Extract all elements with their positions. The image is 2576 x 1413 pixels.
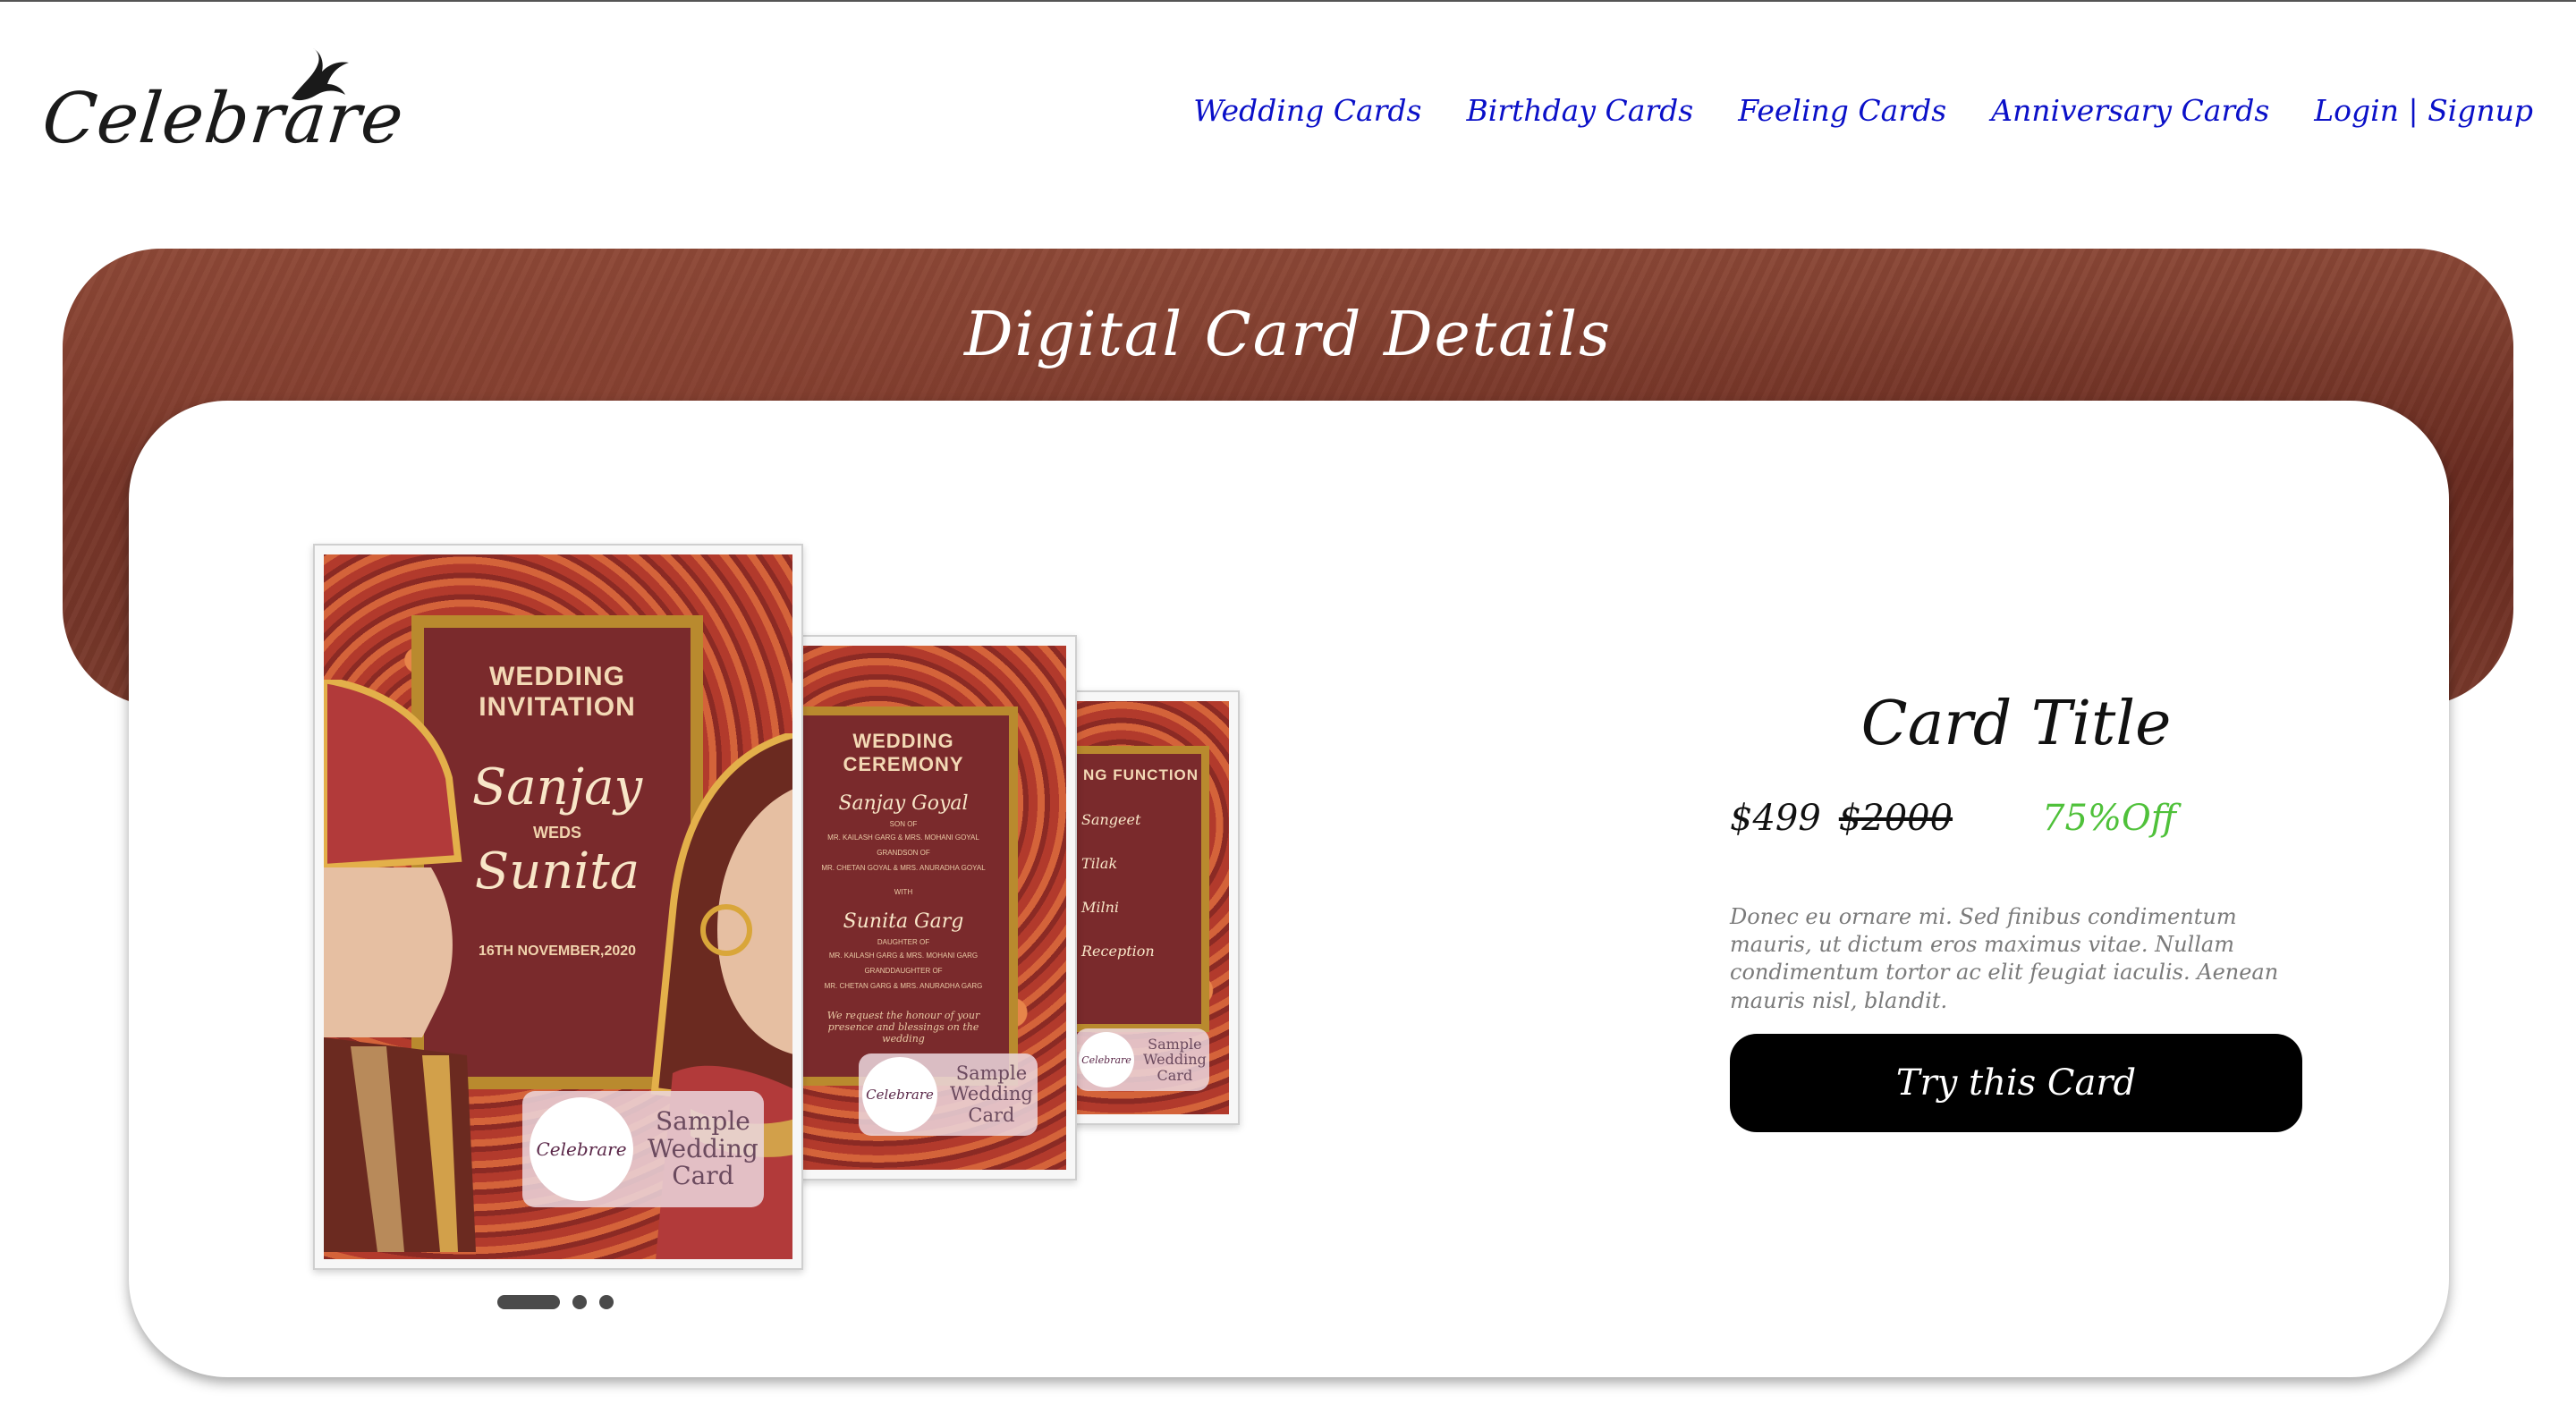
card-preview-2-request: We request the honour of your presence a…: [826, 1010, 980, 1045]
card-preview-2-bride-grandparents: MR. CHETAN GARG & MRS. ANURADHA GARG: [824, 982, 983, 990]
watermark-label-line2: Wedding: [1143, 1051, 1207, 1069]
card-preview-2-groom-parents: MR. KAILASH GARG & MRS. MOHANI GOYAL: [827, 833, 979, 842]
card-preview-2-with: WITH: [894, 888, 913, 896]
watermark-label: Sample Wedding Card: [950, 1063, 1033, 1125]
card-preview-1[interactable]: WEDDING INVITATION Sanjay WEDS Sunita 16…: [313, 544, 803, 1270]
card-preview-3-event-4: Reception: [1081, 943, 1155, 960]
card-preview-2[interactable]: WEDDING CEREMONY Sanjay Goyal SON OF MR.…: [787, 635, 1077, 1180]
watermark-label-line2: Wedding: [950, 1083, 1033, 1105]
nav-anniversary-cards[interactable]: Anniversary Cards: [1991, 93, 2269, 128]
card-preview-3-event-3: Milni: [1081, 899, 1120, 916]
watermark-logo: Celebrare: [862, 1057, 937, 1132]
card-title: Card Title: [1860, 689, 2172, 759]
price-original: $2000: [1838, 798, 1953, 839]
nav-login-signup[interactable]: Login | Signup: [2314, 93, 2533, 128]
price-row: $499 $2000 75%Off: [1730, 798, 2176, 839]
card-preview-1-watermark: Celebrare Sample Wedding Card: [522, 1091, 764, 1207]
carousel-dots: [497, 1295, 614, 1309]
card-description: Donec eu ornare mi. Sed finibus condimen…: [1730, 904, 2279, 1013]
carousel-dot-1[interactable]: [497, 1295, 560, 1309]
watermark-label-line3: Card: [672, 1161, 734, 1191]
watermark-label: Sample Wedding Card: [648, 1105, 758, 1191]
brand-logo[interactable]: Celebrare: [38, 45, 408, 161]
card-preview-3-event-2: Tilak: [1081, 855, 1118, 872]
watermark-logo: Celebrare: [1079, 1032, 1134, 1087]
card-preview-2-son-of: SON OF: [889, 820, 918, 828]
page-title: Digital Card Details: [963, 300, 1613, 370]
main-nav: Wedding Cards Birthday Cards Feeling Car…: [1193, 93, 2533, 128]
watermark-label-line1: Sample: [1148, 1035, 1202, 1053]
try-card-button[interactable]: Try this Card: [1730, 1034, 2302, 1132]
watermark-logo-text: Celebrare: [1081, 1053, 1131, 1066]
watermark-label-line2: Wedding: [648, 1133, 758, 1163]
watermark-label: Sample Wedding Card: [1143, 1036, 1207, 1084]
groom-illustration: [324, 680, 476, 1252]
watermark-logo: Celebrare: [530, 1097, 633, 1201]
card-preview-2-granddaughter-of: GRANDDAUGHTER OF: [864, 967, 943, 975]
card-preview-2-art: WEDDING CEREMONY Sanjay Goyal SON OF MR.…: [798, 646, 1066, 1170]
card-preview-2-bride: Sunita Garg: [843, 910, 964, 933]
card-preview-3-event-1: Sangeet: [1081, 811, 1141, 828]
top-border: [0, 0, 2576, 2]
card-preview-2-grandson-of: GRANDSON OF: [877, 849, 930, 857]
watermark-label-line3: Card: [1157, 1066, 1193, 1084]
carousel-dot-3[interactable]: [599, 1295, 614, 1309]
nav-feeling-cards[interactable]: Feeling Cards: [1738, 93, 1946, 128]
card-preview-3-box: NG FUNCTION Sangeet Tilak Milni Receptio…: [1075, 746, 1209, 1032]
carousel-dot-2[interactable]: [572, 1295, 587, 1309]
watermark-logo-text: Celebrare: [866, 1087, 934, 1103]
card-preview-3-heading: NG FUNCTION: [1083, 766, 1199, 783]
discount-badge: 75%Off: [2042, 798, 2177, 839]
card-preview-2-heading: WEDDING CEREMONY: [843, 730, 964, 775]
card-preview-2-daughter-of: DAUGHTER OF: [877, 938, 930, 946]
watermark-label-line1: Sample: [955, 1062, 1028, 1085]
nav-wedding-cards[interactable]: Wedding Cards: [1193, 93, 1421, 128]
watermark-logo-text: Celebrare: [536, 1138, 627, 1160]
bird-icon: [292, 48, 349, 101]
nav-birthday-cards[interactable]: Birthday Cards: [1466, 93, 1693, 128]
card-preview-2-groom-grandparents: MR. CHETAN GOYAL & MRS. ANURADHA GOYAL: [821, 864, 986, 872]
card-preview-3[interactable]: NG FUNCTION Sangeet Tilak Milni Receptio…: [1064, 690, 1240, 1125]
card-preview-2-watermark: Celebrare Sample Wedding Card: [859, 1053, 1038, 1136]
watermark-label-line3: Card: [968, 1104, 1015, 1126]
card-preview-3-watermark: Celebrare Sample Wedding Card: [1075, 1028, 1209, 1091]
card-preview-3-art: NG FUNCTION Sangeet Tilak Milni Receptio…: [1075, 701, 1229, 1114]
price-current: $499: [1730, 798, 1821, 839]
card-preview-2-box: WEDDING CEREMONY Sanjay Goyal SON OF MR.…: [798, 706, 1018, 1086]
card-preview-1-art: WEDDING INVITATION Sanjay WEDS Sunita 16…: [324, 554, 792, 1259]
watermark-label-line1: Sample: [655, 1105, 750, 1136]
card-preview-2-groom: Sanjay Goyal: [838, 792, 969, 815]
card-preview-2-bride-parents: MR. KAILASH GARG & MRS. MOHANI GARG: [828, 952, 979, 960]
